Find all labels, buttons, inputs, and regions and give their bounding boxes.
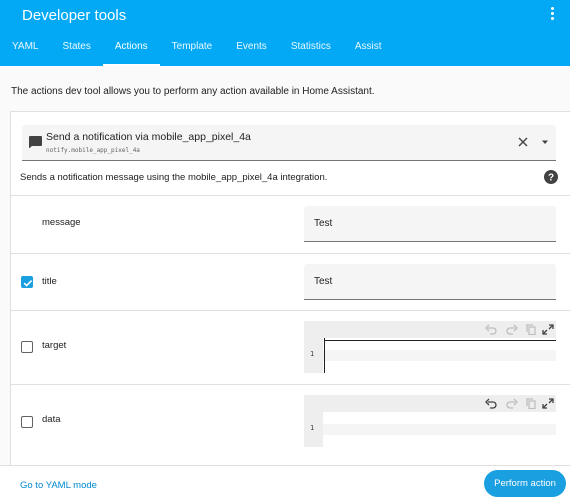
action-name: Send a notification via mobile_app_pixel… (46, 131, 251, 143)
tab-bar: YAML States Actions Template Events Stat… (0, 32, 394, 66)
undo-icon[interactable] (485, 398, 497, 409)
help-icon[interactable]: ? (544, 170, 558, 184)
title-value: Test (314, 276, 333, 287)
tab-states[interactable]: States (51, 32, 103, 66)
tab-statistics[interactable]: Statistics (279, 32, 343, 66)
message-input[interactable]: Test (304, 206, 556, 242)
page-title: Developer tools (22, 7, 127, 24)
active-line (323, 424, 556, 435)
field-label-message: message (42, 217, 81, 228)
line-gutter: 1 (304, 338, 323, 373)
field-row-target: target 1 (11, 310, 570, 384)
checkmark-icon (23, 280, 33, 287)
editor-toolbar (304, 395, 556, 412)
title-checkbox[interactable] (21, 276, 33, 288)
more-options-icon[interactable] (548, 6, 556, 22)
target-code-editor[interactable]: 1 (304, 321, 556, 373)
data-code-editor[interactable]: 1 (304, 395, 556, 447)
editor-toolbar (304, 321, 556, 338)
action-picker[interactable]: Send a notification via mobile_app_pixel… (22, 125, 556, 161)
chevron-down-icon[interactable] (540, 138, 550, 146)
action-id: notify.mobile_app_pixel_4a (46, 147, 140, 154)
undo-icon[interactable] (485, 324, 497, 335)
copy-icon[interactable] (525, 324, 537, 335)
tab-yaml[interactable]: YAML (0, 32, 51, 66)
line-number: 1 (310, 424, 315, 432)
svg-text:?: ? (548, 173, 554, 184)
message-icon (29, 136, 42, 148)
editor-caret (324, 338, 325, 373)
fullscreen-icon[interactable] (542, 398, 554, 409)
target-checkbox[interactable] (21, 341, 33, 353)
action-card: Send a notification via mobile_app_pixel… (10, 111, 570, 500)
redo-icon[interactable] (506, 324, 518, 335)
card-actions: Go to YAML mode Perform action (0, 465, 570, 500)
intro-text: The actions dev tool allows you to perfo… (11, 86, 375, 97)
line-gutter: 1 (304, 412, 323, 447)
editor-top-border (324, 340, 556, 341)
message-value: Test (314, 218, 333, 229)
copy-icon[interactable] (525, 398, 537, 409)
field-label-target: target (42, 340, 67, 351)
perform-action-button[interactable]: Perform action (484, 470, 566, 497)
clear-icon[interactable] (516, 135, 530, 149)
action-description: Sends a notification message using the m… (20, 172, 328, 183)
field-label-data: data (42, 414, 61, 425)
active-line (323, 350, 556, 361)
tab-assist[interactable]: Assist (343, 32, 394, 66)
yaml-mode-button[interactable]: Go to YAML mode (20, 480, 97, 491)
tab-template[interactable]: Template (160, 32, 225, 66)
data-checkbox[interactable] (21, 416, 33, 428)
title-input[interactable]: Test (304, 264, 556, 300)
field-row-message: message Test (11, 195, 570, 253)
field-label-title: title (42, 276, 57, 287)
tab-events[interactable]: Events (224, 32, 279, 66)
app-bar: Developer tools YAML States Actions Temp… (0, 0, 570, 66)
redo-icon[interactable] (506, 398, 518, 409)
tab-actions[interactable]: Actions (102, 32, 160, 66)
line-number: 1 (310, 350, 315, 358)
field-row-data: data 1 (11, 384, 570, 464)
fullscreen-icon[interactable] (542, 324, 554, 335)
field-row-title: title Test (11, 253, 570, 310)
